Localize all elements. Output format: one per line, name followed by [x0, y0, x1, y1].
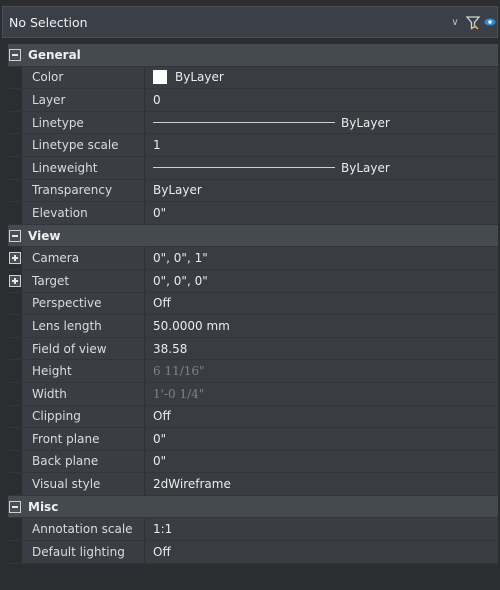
property-label: Transparency [22, 179, 145, 202]
collapse-toggle[interactable] [8, 495, 22, 518]
select-objects-icon[interactable] [483, 12, 497, 32]
collapse-icon [9, 48, 21, 61]
property-value[interactable]: ByLayer [145, 156, 498, 179]
group-title: Misc [28, 499, 59, 514]
collapse-toggle[interactable] [8, 224, 22, 247]
property-label: Lineweight [22, 156, 145, 179]
property-label: Annotation scale [22, 518, 145, 541]
property-row-visual-style[interactable]: Visual style 2dWireframe [8, 473, 498, 496]
linetype-preview [153, 122, 335, 124]
property-row-annotation-scale[interactable]: Annotation scale 1:1 [8, 518, 498, 542]
property-row-perspective[interactable]: Perspective Off [8, 292, 498, 316]
property-label: Lens length [22, 315, 145, 337]
group-title: View [28, 228, 61, 243]
property-row-width: Width 1'-0 1/4" [8, 382, 498, 406]
property-label: Linetype [22, 111, 145, 134]
group-misc[interactable]: Misc [8, 495, 498, 519]
property-row-linetype-scale[interactable]: Linetype scale 1 [8, 134, 498, 157]
property-label: Camera [22, 247, 145, 269]
property-value[interactable]: Off [145, 541, 498, 563]
property-label: Perspective [22, 292, 145, 315]
property-value[interactable]: 0" [145, 428, 498, 450]
property-value[interactable]: 38.58 [145, 337, 498, 360]
property-value[interactable]: 1 [145, 134, 498, 156]
property-row-color[interactable]: Color ByLayer [8, 66, 498, 90]
property-value-readonly: 1'-0 1/4" [145, 382, 498, 405]
collapse-icon [9, 229, 21, 242]
property-value[interactable]: ByLayer [145, 66, 498, 89]
group-view[interactable]: View [8, 224, 498, 248]
property-row-elevation[interactable]: Elevation 0" [8, 202, 498, 225]
property-label: Clipping [22, 405, 145, 428]
property-label: Width [22, 382, 145, 405]
collapse-toggle[interactable] [8, 44, 22, 66]
property-label: Color [22, 66, 145, 89]
property-label: Field of view [22, 337, 145, 360]
property-value[interactable]: 0", 0", 1" [145, 247, 498, 269]
property-label: Height [22, 360, 145, 382]
quick-select-filter-icon[interactable] [463, 12, 483, 32]
property-label: Target [22, 269, 145, 292]
property-label: Default lighting [22, 541, 145, 563]
property-value[interactable]: 0 [145, 89, 498, 111]
property-label: Elevation [22, 202, 145, 224]
property-value[interactable]: 0" [145, 202, 498, 224]
property-value[interactable]: ByLayer [145, 179, 498, 202]
expand-icon [9, 252, 21, 265]
property-value[interactable]: Off [145, 292, 498, 315]
property-row-camera[interactable]: Camera 0", 0", 1" [8, 247, 498, 270]
property-label: Linetype scale [22, 134, 145, 156]
group-title: General [28, 47, 81, 62]
property-value[interactable]: ByLayer [145, 111, 498, 134]
property-label: Layer [22, 89, 145, 111]
chevron-down-icon[interactable]: ∨ [447, 17, 463, 28]
property-row-default-lighting[interactable]: Default lighting Off [8, 541, 498, 564]
property-row-layer[interactable]: Layer 0 [8, 89, 498, 112]
collapse-icon [9, 500, 21, 513]
group-general[interactable]: General [8, 44, 498, 67]
expand-icon [9, 274, 21, 287]
property-value-readonly: 6 11/16" [145, 360, 498, 382]
property-row-field-of-view[interactable]: Field of view 38.58 [8, 337, 498, 361]
property-row-linetype[interactable]: Linetype ByLayer [8, 111, 498, 135]
property-value[interactable]: 1:1 [145, 518, 498, 541]
lineweight-preview [153, 167, 335, 169]
property-row-clipping[interactable]: Clipping Off [8, 405, 498, 429]
property-row-target[interactable]: Target 0", 0", 0" [8, 269, 498, 293]
expand-toggle[interactable] [8, 247, 22, 269]
property-grid: General Color ByLayer Layer 0 Linetype B… [8, 44, 498, 564]
selection-dropdown[interactable]: No Selection ∨ [2, 6, 498, 38]
property-row-transparency[interactable]: Transparency ByLayer [8, 179, 498, 203]
property-value[interactable]: 0", 0", 0" [145, 269, 498, 292]
property-label: Back plane [22, 450, 145, 473]
property-label: Front plane [22, 428, 145, 450]
property-row-front-plane[interactable]: Front plane 0" [8, 428, 498, 451]
property-label: Visual style [22, 473, 145, 495]
selection-label: No Selection [9, 14, 88, 30]
property-value[interactable]: 0" [145, 450, 498, 473]
property-row-height: Height 6 11/16" [8, 360, 498, 383]
color-swatch [153, 70, 167, 85]
expand-toggle[interactable] [8, 270, 22, 292]
properties-palette: No Selection ∨ General Color ByLayer Lay… [0, 0, 500, 590]
property-row-lineweight[interactable]: Lineweight ByLayer [8, 156, 498, 180]
property-value[interactable]: Off [145, 405, 498, 428]
property-row-back-plane[interactable]: Back plane 0" [8, 450, 498, 474]
property-value[interactable]: 50.0000 mm [145, 315, 498, 337]
property-row-lens-length[interactable]: Lens length 50.0000 mm [8, 315, 498, 338]
property-value[interactable]: 2dWireframe [145, 473, 498, 495]
